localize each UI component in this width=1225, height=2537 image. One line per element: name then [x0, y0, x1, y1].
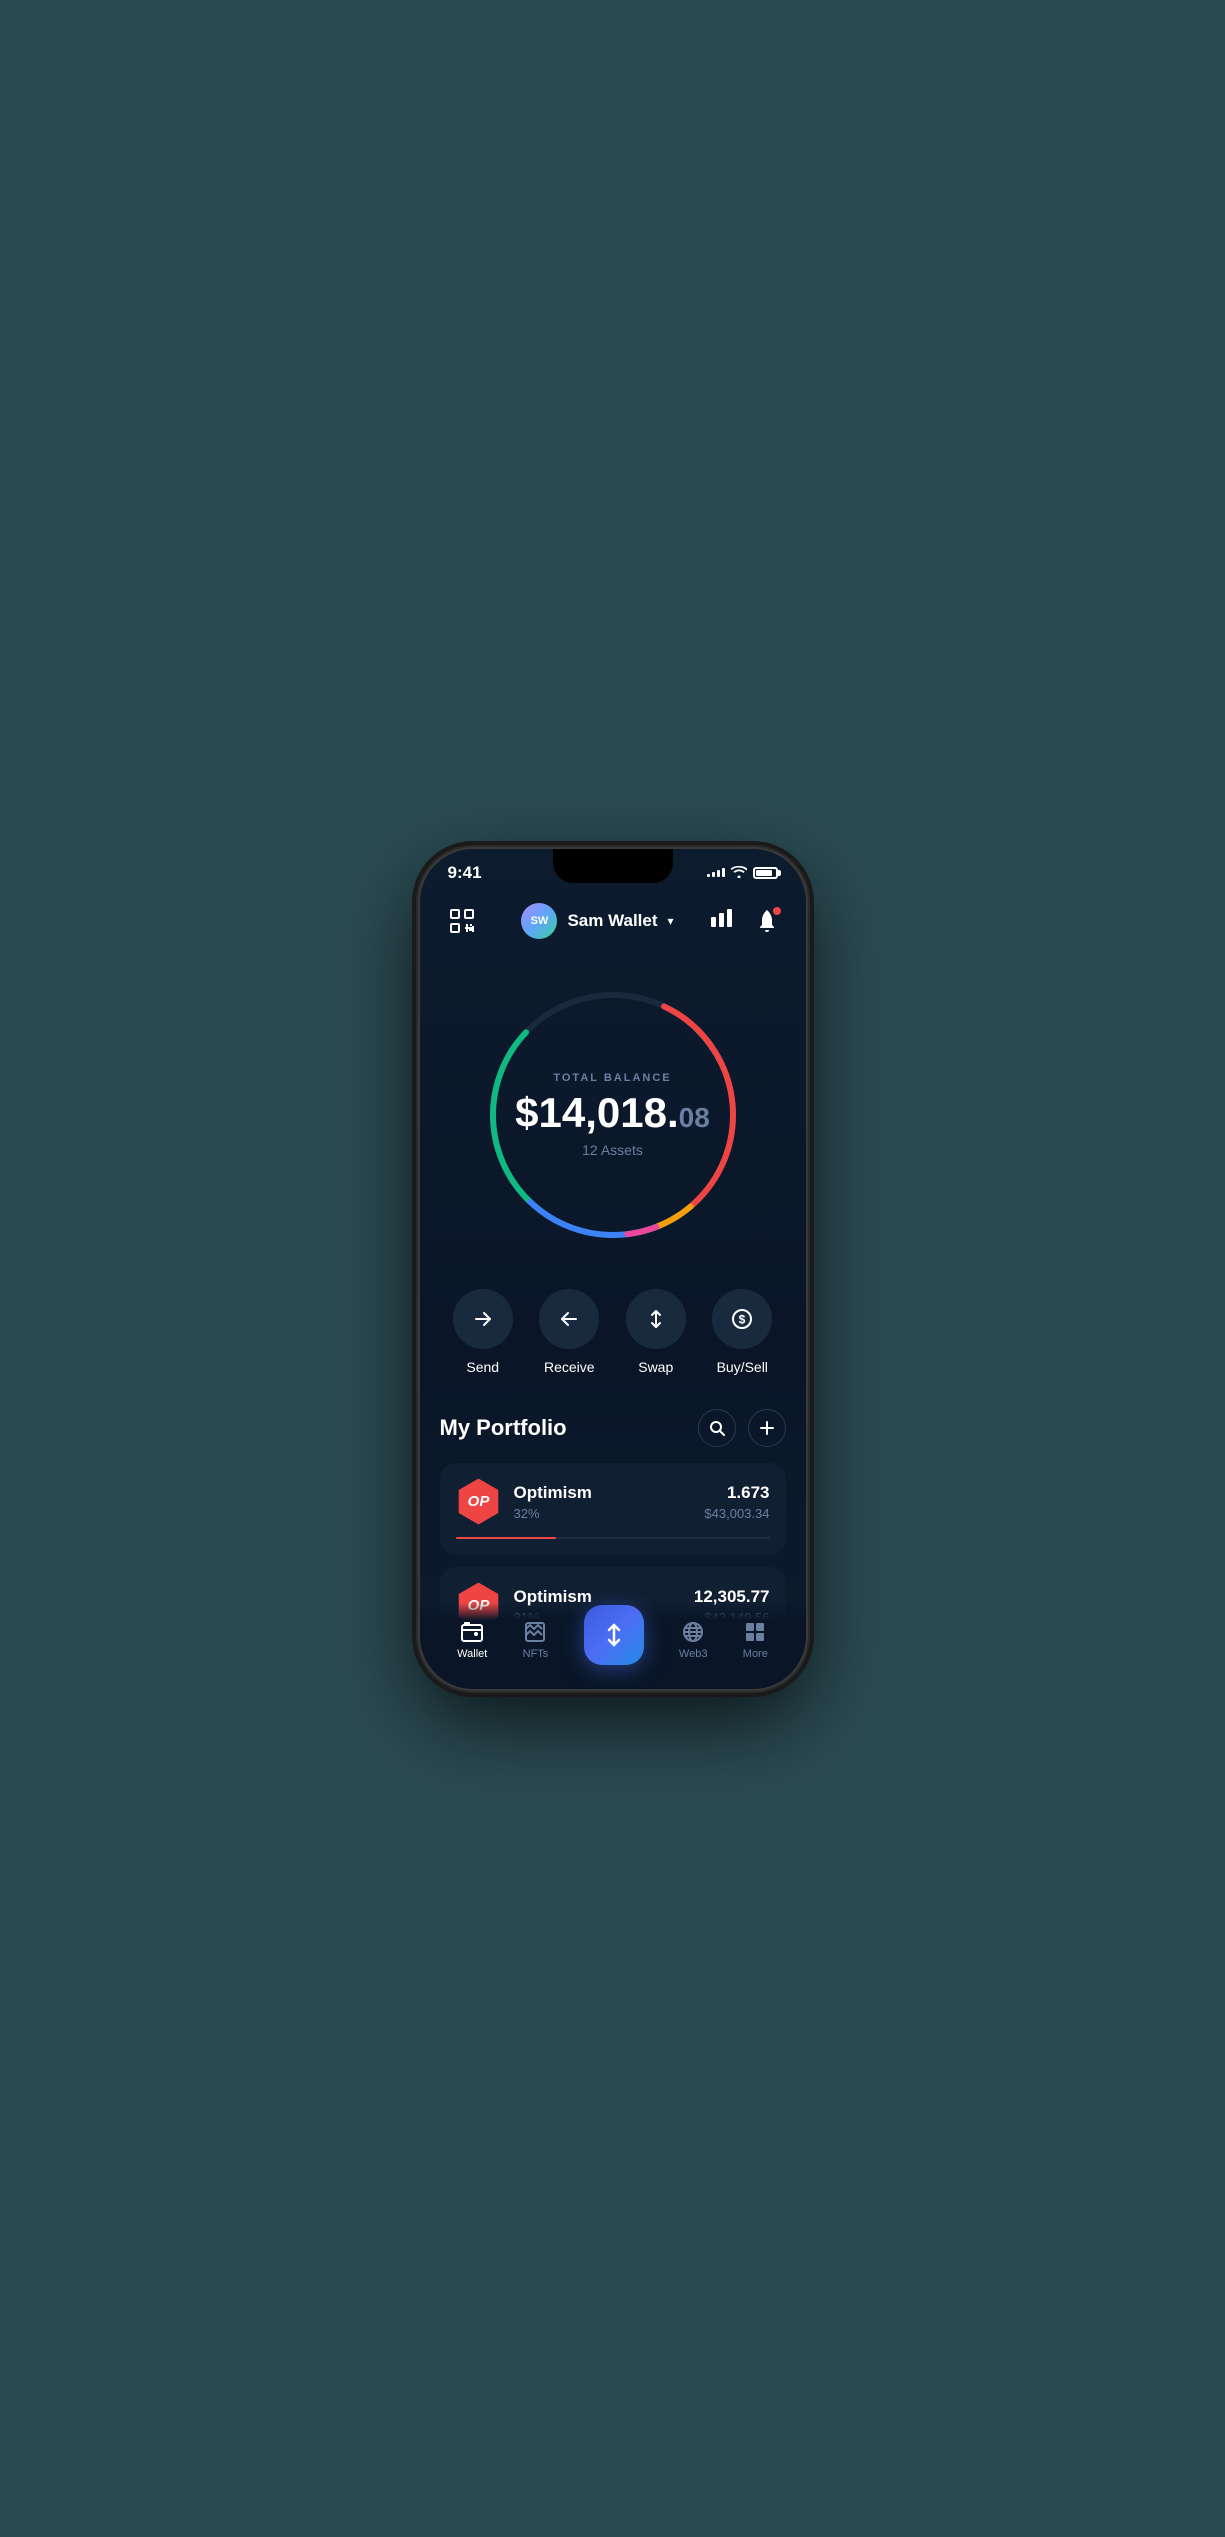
notification-button[interactable] — [749, 903, 785, 939]
add-asset-button[interactable] — [748, 1409, 786, 1447]
avatar: SW — [521, 903, 557, 939]
bottom-nav: Wallet NFTs — [420, 1603, 806, 1689]
signal-icon — [707, 868, 725, 877]
scan-icon — [449, 908, 475, 934]
nav-wallet[interactable]: Wallet — [457, 1620, 487, 1660]
receive-button[interactable]: Receive — [539, 1289, 599, 1375]
web3-icon — [681, 1620, 705, 1644]
nfts-icon — [523, 1620, 547, 1644]
swap-icon — [645, 1308, 667, 1330]
phone-screen: 9:41 — [420, 849, 806, 1689]
chart-button[interactable] — [711, 909, 733, 932]
more-icon — [743, 1620, 767, 1644]
wallet-name: Sam Wallet — [567, 911, 657, 931]
balance-info: TOTAL BALANCE $14,018.08 12 Assets — [515, 1072, 710, 1158]
chart-icon — [711, 909, 733, 927]
receive-icon-circle — [539, 1289, 599, 1349]
notification-badge — [771, 905, 783, 917]
buysell-icon-circle: $ — [712, 1289, 772, 1349]
swap-label: Swap — [638, 1359, 673, 1375]
asset-values: 1.673 $43,003.34 — [704, 1483, 769, 1521]
swap-icon-circle — [626, 1289, 686, 1349]
asset-card[interactable]: OP Optimism 32% 1.673 $43,003.34 — [440, 1463, 786, 1555]
send-label: Send — [466, 1359, 499, 1375]
balance-circle: TOTAL BALANCE $14,018.08 12 Assets — [473, 975, 753, 1255]
portfolio-header: My Portfolio — [440, 1409, 786, 1447]
nav-web3-label: Web3 — [679, 1648, 708, 1660]
asset-pct: 32% — [514, 1506, 693, 1521]
portfolio-actions — [698, 1409, 786, 1447]
svg-text:$: $ — [739, 1312, 746, 1326]
notch — [553, 849, 673, 883]
receive-icon — [558, 1308, 580, 1330]
asset-amount: 1.673 — [704, 1483, 769, 1503]
receive-label: Receive — [544, 1359, 595, 1375]
asset-logo: OP — [456, 1479, 502, 1525]
balance-label: TOTAL BALANCE — [515, 1072, 710, 1084]
nav-more-label: More — [743, 1648, 768, 1660]
battery-icon — [753, 867, 778, 879]
buysell-icon: $ — [731, 1308, 753, 1330]
phone-frame: 9:41 — [418, 847, 808, 1691]
balance-section: TOTAL BALANCE $14,018.08 12 Assets — [420, 955, 806, 1265]
nav-nfts[interactable]: NFTs — [523, 1620, 549, 1660]
status-icons — [707, 865, 778, 881]
nav-more[interactable]: More — [743, 1620, 768, 1660]
nav-wallet-label: Wallet — [457, 1648, 487, 1660]
wallet-selector[interactable]: SW Sam Wallet ▾ — [521, 903, 673, 939]
asset-card-content: OP Optimism 32% 1.673 $43,003.34 — [456, 1479, 770, 1525]
buysell-label: Buy/Sell — [717, 1359, 768, 1375]
scan-button[interactable] — [440, 899, 484, 943]
send-icon-circle — [453, 1289, 513, 1349]
search-icon — [709, 1420, 725, 1436]
balance-amount: $14,018.08 — [515, 1092, 710, 1134]
asset-usd: $43,003.34 — [704, 1506, 769, 1521]
nav-web3[interactable]: Web3 — [679, 1620, 708, 1660]
action-buttons: Send Receive — [420, 1265, 806, 1385]
send-button[interactable]: Send — [453, 1289, 513, 1375]
wifi-icon — [731, 865, 747, 881]
search-button[interactable] — [698, 1409, 736, 1447]
asset-name: Optimism — [514, 1483, 693, 1503]
swap-button[interactable]: Swap — [626, 1289, 686, 1375]
plus-icon — [759, 1420, 775, 1436]
asset-progress-bar — [456, 1537, 770, 1539]
asset-progress-fill — [456, 1537, 556, 1539]
portfolio-title: My Portfolio — [440, 1415, 567, 1441]
chevron-down-icon: ▾ — [668, 914, 674, 928]
center-swap-icon — [601, 1622, 627, 1648]
balance-assets: 12 Assets — [515, 1142, 710, 1158]
wallet-icon — [460, 1620, 484, 1644]
asset-info: Optimism 32% — [514, 1483, 693, 1521]
nav-center-button[interactable] — [584, 1605, 644, 1665]
nav-right — [711, 903, 785, 939]
top-nav: SW Sam Wallet ▾ — [420, 887, 806, 955]
buysell-button[interactable]: $ Buy/Sell — [712, 1289, 772, 1375]
nav-nfts-label: NFTs — [523, 1648, 549, 1660]
send-icon — [472, 1308, 494, 1330]
status-time: 9:41 — [448, 863, 482, 883]
